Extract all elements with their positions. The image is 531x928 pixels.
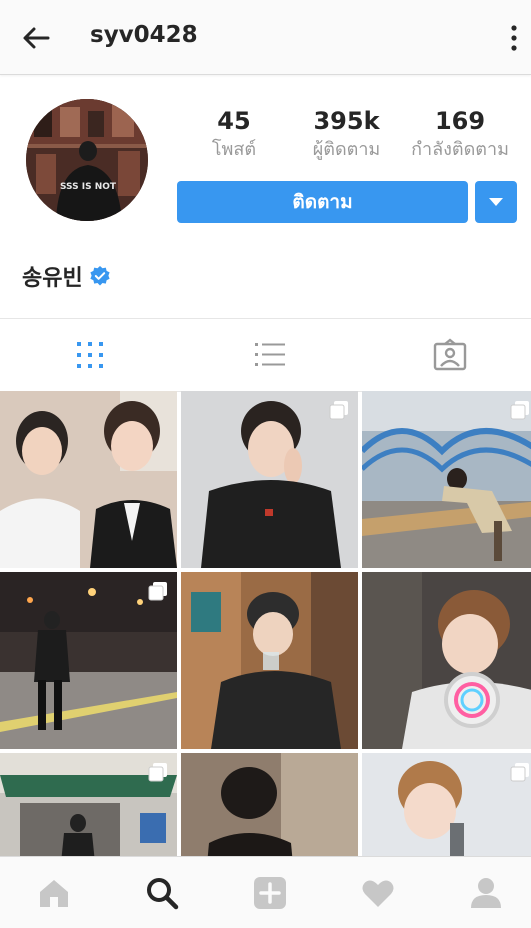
post-thumbnail[interactable] [362, 391, 531, 568]
post-thumbnail[interactable] [0, 572, 177, 749]
home-icon[interactable] [36, 875, 72, 911]
profile-avatar[interactable]: SSS IS NOT [26, 99, 148, 221]
posts-count-label: โพสต์ [211, 139, 257, 160]
following-count-label: กำลังติดตาม [411, 139, 509, 160]
grid-view-icon[interactable] [72, 337, 108, 373]
multiple-photos-icon [148, 763, 167, 782]
post-thumbnail[interactable] [181, 753, 358, 861]
post-thumbnail[interactable] [0, 753, 177, 861]
post-thumbnail[interactable] [362, 572, 531, 749]
profile-icon[interactable] [468, 875, 504, 911]
multiple-photos-icon [329, 401, 348, 420]
add-post-icon[interactable] [252, 875, 288, 911]
profile-display-name: 송유빈 [22, 260, 111, 292]
posts-count-value: 45 [217, 107, 251, 135]
followers-count[interactable]: 395k ผู้ติดตาม [299, 106, 394, 164]
page-title-username: syv0428 [90, 22, 198, 48]
profile-view-tabs [0, 318, 531, 392]
suggested-accounts-dropdown-button[interactable] [475, 181, 517, 223]
post-thumbnail[interactable] [181, 391, 358, 568]
activity-heart-icon[interactable] [360, 875, 396, 911]
multiple-photos-icon [510, 763, 529, 782]
top-bar: syv0428 [0, 0, 531, 75]
display-name-text: 송유빈 [22, 266, 83, 291]
post-thumbnail[interactable] [0, 391, 177, 568]
post-thumbnail[interactable] [362, 753, 531, 861]
posts-count[interactable]: 45 โพสต์ [189, 106, 279, 164]
followers-count-label: ผู้ติดตาม [312, 139, 381, 160]
search-icon[interactable] [144, 875, 180, 911]
caret-down-icon [489, 198, 503, 206]
more-options-icon[interactable] [509, 24, 519, 52]
avatar-shirt-text: SSS IS NOT [60, 182, 117, 192]
profile-stats: 45 โพสต์ 395k ผู้ติดตาม 169 กำลังติดตาม [177, 106, 517, 166]
photo-grid [0, 391, 531, 861]
followers-count-value: 395k [313, 107, 380, 135]
back-arrow-icon[interactable] [20, 22, 52, 54]
bottom-navigation [0, 856, 531, 928]
multiple-photos-icon [510, 401, 529, 420]
tagged-photos-icon[interactable] [432, 337, 468, 373]
following-count[interactable]: 169 กำลังติดตาม [403, 106, 517, 164]
post-thumbnail[interactable] [181, 572, 358, 749]
following-count-value: 169 [434, 107, 486, 135]
list-view-icon[interactable] [252, 337, 288, 373]
multiple-photos-icon [148, 582, 167, 601]
verified-badge-icon [90, 266, 110, 286]
follow-button[interactable]: ติดตาม [177, 181, 468, 223]
